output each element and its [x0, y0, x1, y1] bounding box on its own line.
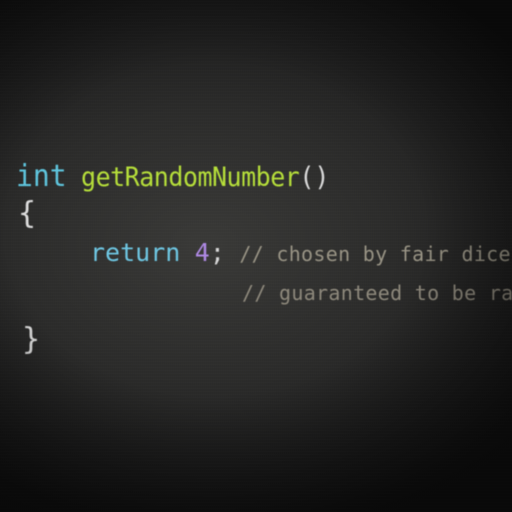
comment-guaranteed: // guaranteed to be randon	[242, 281, 512, 305]
close-brace: }	[22, 322, 41, 357]
close-brace-line: }	[22, 322, 40, 357]
code-block: int getRandomNumber() { return 4; // cho…	[0, 0, 512, 512]
type-keyword: int	[16, 158, 67, 194]
return-keyword: return	[90, 238, 181, 267]
function-signature-line: int getRandomNumber()	[16, 158, 329, 194]
code-editor-screen: int getRandomNumber() { return 4; // cho…	[0, 0, 512, 512]
return-statement-line: return 4; // chosen by fair dice rol	[90, 238, 512, 267]
open-brace-line: {	[18, 196, 36, 231]
function-name: getRandomNumber	[81, 161, 300, 193]
comment-continuation-line: // guaranteed to be randon	[242, 278, 512, 306]
comment-dice: // chosen by fair dice rol	[239, 242, 511, 266]
semicolon: ;	[209, 238, 225, 267]
open-brace: {	[18, 196, 37, 231]
return-value: 4	[194, 238, 210, 267]
function-parens: ()	[299, 161, 330, 193]
